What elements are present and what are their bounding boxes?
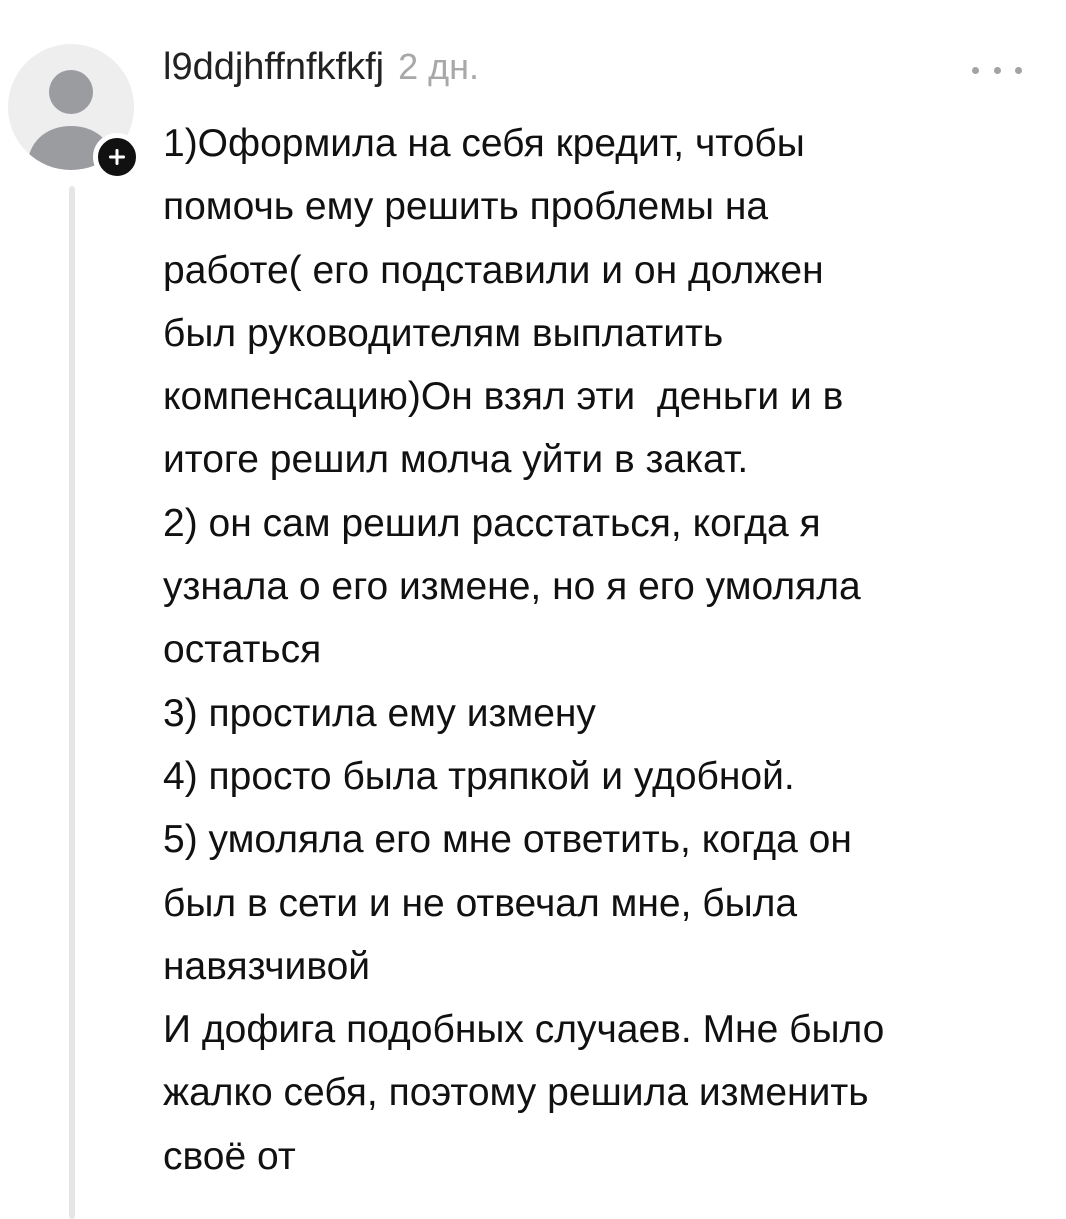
comment-line: 1)Оформила на себя кредит, чтобы xyxy=(163,122,805,165)
comment-line: жалко себя, поэтому решила изменить xyxy=(163,1071,869,1115)
comment-line: 2) он сам решил расстаться, когда я xyxy=(163,501,821,545)
comment-line: был руководителям выплатить xyxy=(163,311,724,355)
comment-line: 3) простила ему измену xyxy=(163,691,596,735)
dot xyxy=(993,66,1001,74)
thread-line xyxy=(69,186,75,1219)
dot xyxy=(1015,66,1022,74)
more-horizontal-icon[interactable] xyxy=(972,58,1022,82)
plus-icon xyxy=(109,149,125,165)
comment-line: остаться xyxy=(163,628,322,672)
comment-line: был в сети и не отвечал мне, была xyxy=(163,881,798,925)
follow-button[interactable] xyxy=(93,133,141,181)
comment-line: работе( его подставили и он должен xyxy=(163,248,824,292)
timestamp: 2 дн. xyxy=(398,46,480,87)
comment-header: l9ddjhffnfkfkfj 2 дн. xyxy=(163,46,479,98)
comment-line: итоге решил молча уйти в закат. xyxy=(163,438,749,482)
comment-line: своё от xyxy=(163,1134,296,1178)
comment-line: 5) умоляла его мне ответить, когда он xyxy=(163,818,852,862)
comment-line: 4) просто была тряпкой и удобной. xyxy=(163,754,795,798)
comment-text: 1)Оформила на себя кредит, чтобы помочь … xyxy=(163,112,1043,1188)
comment-line: компенсацию)Он взял эти деньги и в xyxy=(163,375,844,419)
comment-line: узнала о его измене, но я его умоляла xyxy=(163,565,861,609)
username[interactable]: l9ddjhffnfkfkfj xyxy=(163,46,384,89)
comment-line: навязчивой xyxy=(163,944,371,988)
dot xyxy=(972,66,979,74)
comment-line: помочь ему решить проблемы на xyxy=(163,185,769,229)
comment-line: И дофига подобных случаев. Мне было xyxy=(163,1008,885,1052)
